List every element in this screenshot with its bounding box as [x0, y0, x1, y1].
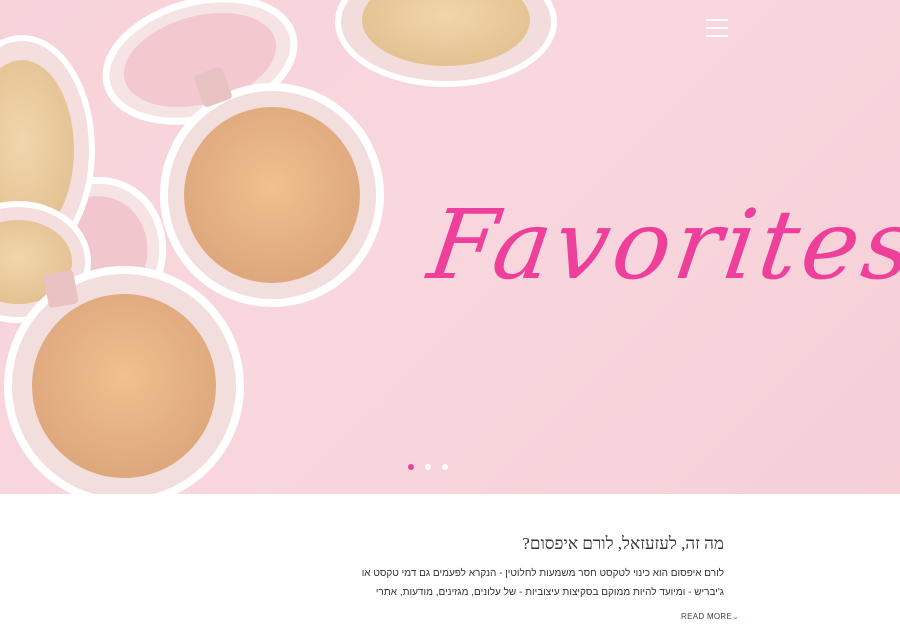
slide-dot-3[interactable] [442, 464, 448, 470]
read-more-label: READ MORE [681, 612, 733, 621]
read-more-link[interactable]: READ MORE⌄ [681, 612, 739, 621]
article-heading: מה זה, לעזעזאל, לורם איפסום? [522, 534, 724, 553]
article-section: מה זה, לעזעזאל, לורם איפסום? לורם איפסום… [360, 530, 724, 602]
chevron-down-icon: ⌄ [732, 612, 740, 621]
slide-dot-2[interactable] [425, 464, 431, 470]
slider-pagination [408, 464, 448, 474]
excerpt-line-2: ג'יבריש - ומיועד להיות ממוקם בסקיצות עיצ… [375, 587, 724, 598]
slide-dot-1[interactable] [408, 464, 414, 470]
hero-slider: Favorites [0, 0, 900, 494]
article-excerpt: לורם איפסום הוא כינוי לטקסט חסר משמעות ל… [360, 564, 724, 602]
hamburger-menu-icon[interactable] [706, 18, 728, 38]
hero-title: Favorites [422, 189, 900, 301]
excerpt-line-1: לורם איפסום הוא כינוי לטקסט חסר משמעות ל… [361, 568, 724, 579]
